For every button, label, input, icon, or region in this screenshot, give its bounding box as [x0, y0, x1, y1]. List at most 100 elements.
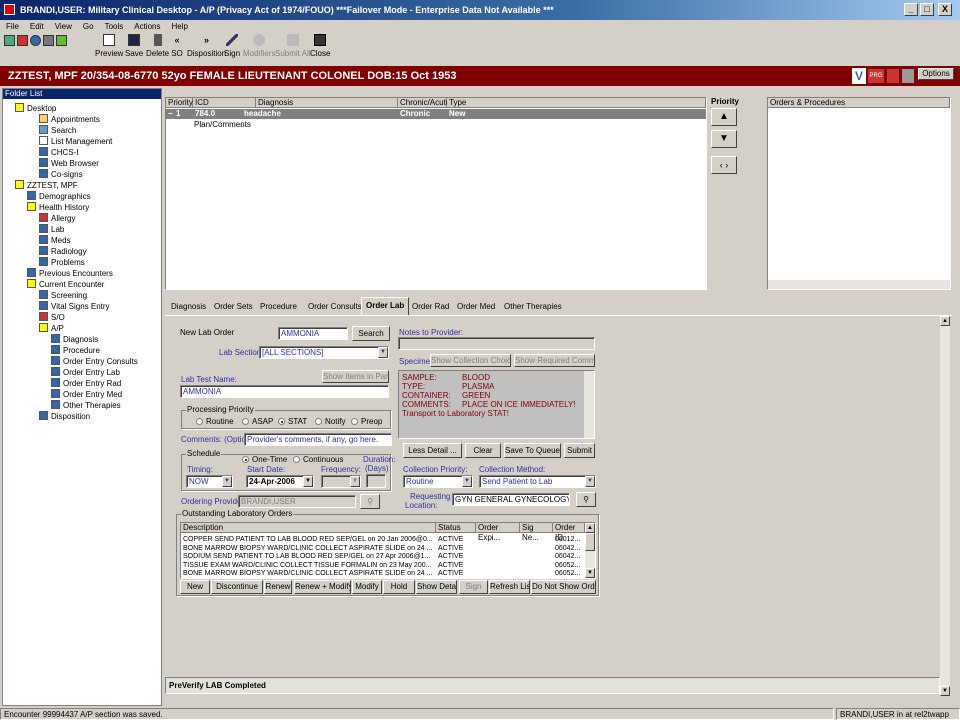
show-collection-choices-button[interactable]: Show Collection Choices	[430, 354, 511, 367]
duration-field[interactable]	[366, 474, 386, 488]
timing-select[interactable]: NOW ▼	[186, 475, 233, 488]
priority-asap[interactable]: ASAP	[242, 417, 273, 427]
icd-header[interactable]: ICD	[193, 98, 256, 108]
folder-item-lab[interactable]: Lab	[39, 224, 64, 235]
menu-actions[interactable]: Actions	[134, 22, 160, 31]
priority-stat[interactable]: STAT	[278, 417, 307, 427]
tab-procedure[interactable]: Procedure	[256, 299, 301, 315]
menu-tools[interactable]: Tools	[105, 22, 124, 31]
folder-item-allergy[interactable]: Allergy	[39, 213, 75, 224]
close-window-button[interactable]: X	[938, 3, 952, 16]
priority-header[interactable]: Priority	[166, 98, 193, 108]
folder-item-s-o[interactable]: S/O	[39, 312, 65, 323]
collapse-icon[interactable]: −	[168, 109, 173, 119]
order-id-header[interactable]: Order ID	[553, 523, 585, 542]
vertical-scrollbar[interactable]: ▲ ▼	[940, 316, 950, 696]
sign-button[interactable]: Sign	[224, 34, 240, 59]
clear-button[interactable]: Clear	[465, 443, 501, 458]
delete-button[interactable]: Delete	[146, 34, 169, 59]
folder-item-order-entry-lab[interactable]: Order Entry Lab	[51, 367, 120, 378]
save-to-queue-button[interactable]: Save To Queue	[504, 443, 561, 458]
frequency-select[interactable]: ▼	[321, 475, 361, 488]
tab-other-therapies[interactable]: Other Therapies	[500, 299, 566, 315]
chevron-down-icon[interactable]: ▼	[222, 476, 232, 487]
diagnosis-header[interactable]: Diagnosis	[256, 98, 398, 108]
people-icon[interactable]	[43, 35, 54, 46]
one-time-radio[interactable]: One-Time	[242, 455, 287, 465]
scroll-up-button[interactable]: ▲	[940, 316, 950, 326]
menu-file[interactable]: File	[6, 22, 19, 31]
table-row[interactable]: BONE MARROW BIOPSY WARD/CLINIC COLLECT A…	[181, 569, 585, 578]
chevron-down-icon[interactable]: ▼	[378, 347, 388, 358]
plan-comments[interactable]: Plan/Comments	[194, 120, 251, 130]
folder-item-vital-signs-entry[interactable]: Vital Signs Entry	[39, 301, 110, 312]
priority-routine[interactable]: Routine	[196, 417, 234, 427]
sign-order-button[interactable]: Sign	[459, 580, 488, 594]
modifiers-button[interactable]: Modifiers	[243, 34, 275, 59]
ordering-provider-field[interactable]: BRANDI,USER	[238, 495, 356, 508]
folder-item-chcs-i[interactable]: CHCS-I	[39, 147, 79, 158]
orders-scrollbar[interactable]: ▲ ▼	[585, 523, 595, 578]
folder-item-diagnosis[interactable]: Diagnosis	[51, 334, 98, 345]
priority-down-button[interactable]: ▼	[711, 130, 737, 148]
binoculars-icon[interactable]: ⚲	[360, 494, 380, 509]
renew-order-button[interactable]: Renew	[264, 580, 292, 594]
chevron-down-icon[interactable]: ▼	[303, 476, 313, 487]
description-header[interactable]: Description	[181, 523, 436, 533]
folder-item-search[interactable]: Search	[39, 125, 76, 136]
status-header[interactable]: Status	[436, 523, 476, 533]
folder-item-meds[interactable]: Meds	[39, 235, 71, 246]
folder-item-desktop[interactable]: Desktop	[15, 103, 56, 114]
minimize-button[interactable]: _	[904, 3, 918, 16]
collection-method-select[interactable]: Send Patient to Lab ▼	[479, 475, 596, 488]
folder-item-list-management[interactable]: List Management	[39, 136, 112, 147]
tab-order-sets[interactable]: Order Sets	[210, 299, 257, 315]
sig-needed-header[interactable]: Sig Ne...	[520, 523, 553, 542]
search-button[interactable]: Search	[352, 326, 390, 341]
folder-item-problems[interactable]: Problems	[39, 257, 85, 268]
menu-view[interactable]: View	[55, 22, 72, 31]
lab-search-input[interactable]: AMMONIA	[278, 327, 348, 340]
tab-order-rad[interactable]: Order Rad	[408, 299, 453, 315]
show-detail-order-button[interactable]: Show Detail	[416, 580, 457, 594]
priority-notify[interactable]: Notify	[315, 417, 345, 427]
folder-item-radiology[interactable]: Radiology	[39, 246, 87, 257]
scroll-down-button[interactable]: ▼	[940, 686, 950, 696]
folder-item-order-entry-consults[interactable]: Order Entry Consults	[51, 356, 138, 367]
menu-edit[interactable]: Edit	[30, 22, 44, 31]
close-button[interactable]: Close	[310, 34, 330, 59]
folder-item-other-therapies[interactable]: Other Therapies	[51, 400, 121, 411]
folder-item-web-browser[interactable]: Web Browser	[39, 158, 99, 169]
tree-icon[interactable]	[56, 35, 67, 46]
submit-all-button[interactable]: Submit All	[275, 34, 311, 59]
folder-item-health-history[interactable]: Health History	[27, 202, 89, 213]
alert-icon[interactable]	[887, 69, 899, 83]
continuous-radio[interactable]: Continuous	[293, 455, 343, 465]
lab-section-select[interactable]: [ALL SECTIONS] ▼	[259, 346, 389, 359]
flag-icon[interactable]	[17, 35, 28, 46]
hold-order-button[interactable]: Hold	[383, 580, 415, 594]
folder-item-disposition[interactable]: Disposition	[39, 411, 90, 422]
tab-order-med[interactable]: Order Med	[453, 299, 499, 315]
wheelchair-icon[interactable]	[902, 69, 914, 83]
prg-icon[interactable]: PRG	[868, 69, 884, 83]
menu-go[interactable]: Go	[83, 22, 94, 31]
v-icon[interactable]: V	[852, 68, 866, 84]
preview-button[interactable]: Preview	[95, 34, 123, 59]
save-button[interactable]: Save	[125, 34, 143, 59]
tab-order-lab[interactable]: Order Lab	[361, 297, 410, 316]
specimen-scrollbar[interactable]	[584, 371, 594, 438]
chevron-down-icon[interactable]: ▼	[585, 476, 595, 487]
folder-item-co-signs[interactable]: Co-signs	[39, 169, 83, 180]
disposition-button[interactable]: » Disposition	[187, 34, 226, 59]
folder-item-procedure[interactable]: Procedure	[51, 345, 100, 356]
order-expiry-header[interactable]: Order Expi...	[476, 523, 520, 542]
do-not-show-orders-order-button[interactable]: Do Not Show Orders	[531, 580, 596, 594]
options-button[interactable]: Options	[918, 68, 954, 80]
submit-button[interactable]: Submit	[564, 443, 595, 458]
tab-order-consults[interactable]: Order Consults	[304, 299, 366, 315]
folder-item-previous-encounters[interactable]: Previous Encounters	[27, 268, 113, 279]
lab-test-field[interactable]: AMMONIA	[180, 385, 389, 398]
check-icon[interactable]	[4, 35, 15, 46]
scroll-up-button[interactable]: ▲	[585, 523, 595, 533]
